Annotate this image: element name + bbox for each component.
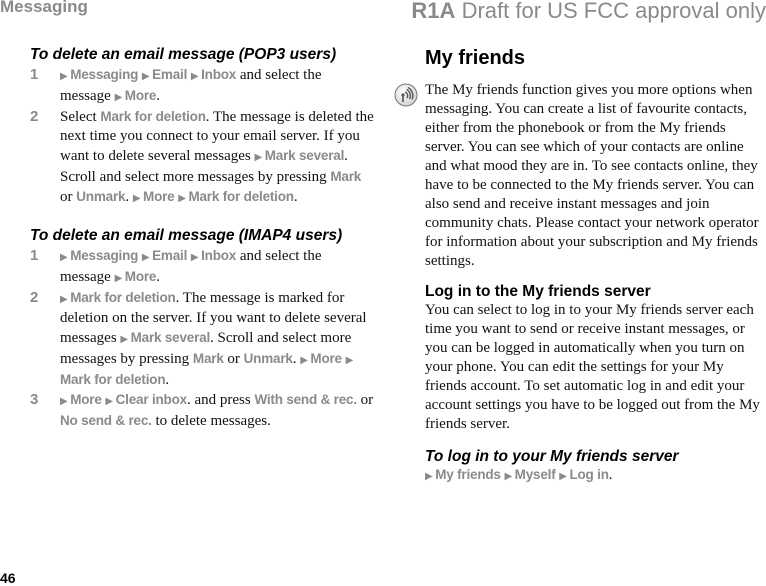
body-text: or — [356, 392, 374, 408]
softkey-label: No send & rec. — [60, 413, 152, 428]
menu-item-label: Log in — [569, 467, 609, 482]
menu-arrow-icon: ▶ — [60, 294, 71, 305]
menu-item-label: Messaging — [70, 67, 139, 82]
imap4-steps: 1 ▶ Messaging ▶ Email ▶ Inbox and select … — [30, 246, 375, 431]
menu-arrow-icon: ▶ — [425, 471, 436, 482]
step-number: 1 — [30, 66, 39, 83]
imap4-heading: To delete an email message (IMAP4 users) — [30, 227, 343, 244]
howto-path: ▶ My friends ▶ Myself ▶ Log in. — [425, 465, 766, 486]
login-text: You can select to log in to your My frie… — [425, 302, 760, 432]
body-text: . — [156, 269, 160, 285]
menu-item-label: My friends — [435, 467, 501, 482]
step-item: 2 ▶ Mark for deletion. The message is mar… — [30, 288, 375, 390]
softkey-label: Mark for deletion — [100, 109, 206, 124]
operator-service-icon — [394, 83, 418, 107]
body-text: . — [156, 88, 160, 104]
body-text: or — [60, 189, 77, 205]
softkey-label: With send & rec. — [254, 392, 357, 407]
menu-item-label: More — [124, 88, 157, 103]
pop3-heading: To delete an email message (POP3 users) — [30, 46, 337, 63]
header-draft-note: R1A Draft for US FCC approval only — [411, 0, 766, 24]
menu-item-label: Mark for deletion — [70, 290, 176, 305]
my-friends-title: My friends — [425, 47, 526, 69]
menu-arrow-icon: ▶ — [60, 396, 71, 407]
menu-arrow-icon: ▶ — [114, 92, 125, 103]
menu-item-label: Myself — [514, 467, 556, 482]
menu-item-label: More — [143, 189, 175, 204]
body-text: . — [293, 189, 298, 205]
body-text: . and press — [186, 392, 255, 408]
menu-item-label: Mark for deletion — [60, 372, 166, 387]
body-text: . — [125, 189, 133, 205]
body-text: . — [608, 467, 613, 483]
howto-heading: To log in to your My friends server — [425, 448, 679, 465]
header-draft-text: Draft for US FCC approval only — [461, 0, 766, 23]
menu-arrow-icon: ▶ — [300, 355, 311, 366]
body-text: . — [165, 372, 170, 388]
my-friends-intro: The My friends function gives you more o… — [425, 82, 759, 269]
menu-arrow-icon: ▶ — [120, 334, 131, 345]
body-text: to delete messages. — [151, 413, 271, 429]
menu-arrow-icon: ▶ — [114, 273, 125, 284]
left-column: To delete an email message (POP3 users) … — [30, 46, 375, 431]
login-heading: Log in to the My friends server — [425, 283, 651, 300]
menu-arrow-icon: ▶ — [141, 252, 153, 263]
step-number: 2 — [30, 289, 39, 306]
step-item: 3 ▶ More ▶ Clear inbox. and press With se… — [30, 390, 375, 431]
menu-arrow-icon: ▶ — [178, 193, 189, 204]
menu-arrow-icon: ▶ — [60, 71, 71, 82]
menu-arrow-icon: ▶ — [60, 252, 71, 263]
menu-item-label: More — [124, 269, 157, 284]
menu-arrow-icon: ▶ — [141, 71, 153, 82]
step-number: 1 — [30, 247, 39, 264]
menu-item-label: More — [70, 392, 102, 407]
softkey-label: Unmark — [243, 351, 293, 366]
step-item: 2 Select Mark for deletion. The message i… — [30, 107, 375, 208]
menu-item-label: Inbox — [201, 248, 237, 263]
step-number: 3 — [30, 391, 39, 408]
menu-item-label: Clear inbox — [115, 392, 188, 407]
softkey-label: Mark — [192, 351, 224, 366]
menu-item-label: Inbox — [201, 67, 237, 82]
menu-arrow-icon: ▶ — [504, 471, 515, 482]
menu-arrow-icon: ▶ — [132, 193, 144, 204]
menu-item-label: More — [310, 351, 342, 366]
step-item: 1 ▶ Messaging ▶ Email ▶ Inbox and select … — [30, 65, 375, 107]
menu-item-label: Mark several — [264, 148, 345, 163]
menu-item-label: Messaging — [70, 248, 139, 263]
menu-item-label: Mark for deletion — [188, 189, 294, 204]
body-text: Select — [60, 109, 101, 125]
pop3-steps: 1 ▶ Messaging ▶ Email ▶ Inbox and select … — [30, 65, 375, 208]
step-item: 1 ▶ Messaging ▶ Email ▶ Inbox and select … — [30, 246, 375, 288]
step-number: 2 — [30, 108, 39, 125]
menu-arrow-icon: ▶ — [345, 355, 354, 366]
menu-arrow-icon: ▶ — [190, 252, 202, 263]
menu-arrow-icon: ▶ — [105, 396, 116, 407]
menu-arrow-icon: ▶ — [254, 152, 265, 163]
menu-item-label: Email — [152, 248, 188, 263]
softkey-label: Unmark — [76, 189, 126, 204]
softkey-label: Mark — [330, 169, 362, 184]
body-text: or — [223, 351, 244, 367]
menu-item-label: Mark several — [130, 330, 211, 345]
menu-item-label: Email — [152, 67, 188, 82]
menu-arrow-icon: ▶ — [559, 471, 570, 482]
page-number: 46 — [0, 570, 16, 586]
header-model: R1A — [411, 0, 456, 23]
right-column: My friends The My friends function gives… — [425, 44, 766, 486]
header-section-title: Messaging — [0, 0, 88, 16]
menu-arrow-icon: ▶ — [190, 71, 202, 82]
